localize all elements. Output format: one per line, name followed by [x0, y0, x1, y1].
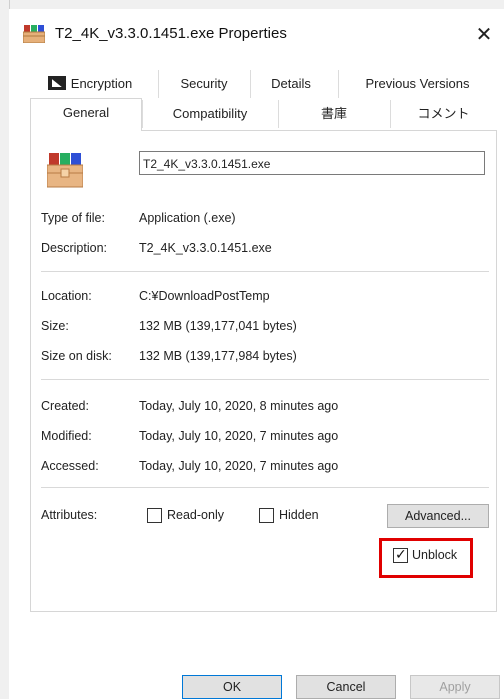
- size-label: Size:: [41, 319, 69, 333]
- close-icon: ✕: [475, 23, 493, 46]
- tab-encryption[interactable]: Encryption: [30, 70, 150, 98]
- accessed-value: Today, July 10, 2020, 7 minutes ago: [139, 459, 339, 473]
- tab-compatibility[interactable]: Compatibility: [142, 100, 277, 128]
- window-title: T2_4K_v3.3.0.1451.exe Properties: [55, 25, 287, 42]
- tab-security[interactable]: Security: [158, 70, 249, 98]
- archive-app-icon: [23, 25, 45, 43]
- read-only-label: Read-only: [167, 508, 224, 522]
- encryption-icon: [47, 76, 66, 90]
- file-type-icon: [47, 153, 83, 188]
- tab-previous-versions[interactable]: Previous Versions: [338, 70, 496, 98]
- type-of-file-label: Type of file:: [41, 211, 105, 225]
- window-frame-top: [0, 0, 504, 9]
- size-on-disk-label: Size on disk:: [41, 349, 112, 363]
- close-button[interactable]: ✕: [464, 17, 504, 51]
- ok-button[interactable]: OK: [182, 675, 282, 699]
- size-value: 132 MB (139,177,041 bytes): [139, 319, 297, 333]
- apply-button[interactable]: Apply: [410, 675, 500, 699]
- created-label: Created:: [41, 399, 89, 413]
- location-label: Location:: [41, 289, 92, 303]
- location-value: C:¥DownloadPostTemp: [139, 289, 270, 303]
- advanced-button[interactable]: Advanced...: [387, 504, 489, 528]
- hidden-label: Hidden: [279, 508, 319, 522]
- read-only-checkbox[interactable]: [147, 508, 162, 523]
- separator: [41, 379, 489, 380]
- type-of-file-value: Application (.exe): [139, 211, 236, 225]
- created-value: Today, July 10, 2020, 8 minutes ago: [139, 399, 339, 413]
- tab-row-top: Encryption Security Details Previous Ver…: [30, 70, 496, 100]
- tab-details[interactable]: Details: [250, 70, 331, 98]
- tab-general[interactable]: General: [30, 98, 142, 131]
- tab-comment[interactable]: コメント: [390, 100, 496, 128]
- hidden-checkbox[interactable]: [259, 508, 274, 523]
- description-value: T2_4K_v3.3.0.1451.exe: [139, 241, 272, 255]
- separator: [41, 487, 489, 488]
- accessed-label: Accessed:: [41, 459, 99, 473]
- description-label: Description:: [41, 241, 107, 255]
- title-bar: T2_4K_v3.3.0.1451.exe Properties ✕: [9, 9, 504, 57]
- cancel-button[interactable]: Cancel: [296, 675, 396, 699]
- modified-label: Modified:: [41, 429, 92, 443]
- size-on-disk-value: 132 MB (139,177,984 bytes): [139, 349, 297, 363]
- modified-value: Today, July 10, 2020, 7 minutes ago: [139, 429, 339, 443]
- unblock-highlight-box: [379, 538, 473, 578]
- separator: [41, 271, 489, 272]
- tab-row-bottom: General Compatibility 書庫 コメント: [30, 98, 496, 131]
- attributes-label: Attributes:: [41, 508, 98, 522]
- file-name-field[interactable]: T2_4K_v3.3.0.1451.exe: [139, 151, 485, 175]
- tab-archive[interactable]: 書庫: [278, 100, 389, 128]
